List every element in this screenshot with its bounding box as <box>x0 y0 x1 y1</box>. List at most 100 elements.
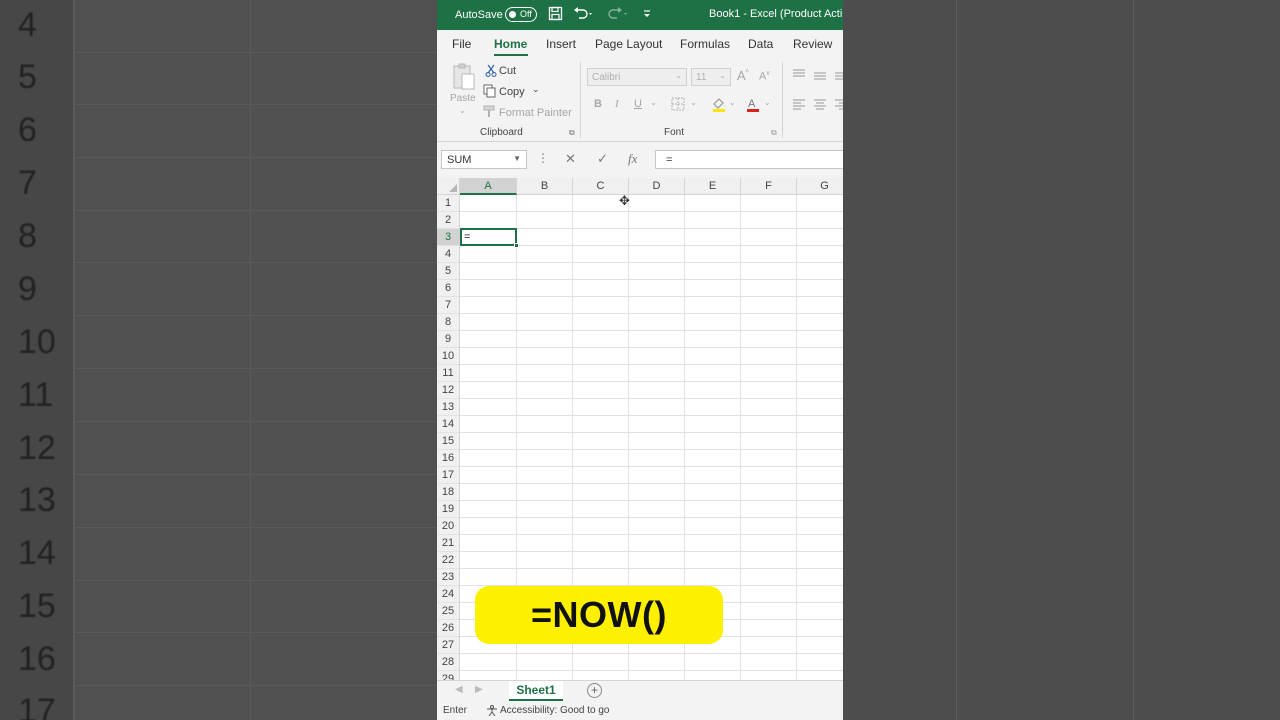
cut-icon[interactable] <box>485 64 497 80</box>
active-cell-a3[interactable]: = <box>460 228 519 248</box>
font-launcher-icon[interactable]: ⧉ <box>771 128 777 138</box>
bold-button[interactable]: B <box>594 98 602 110</box>
row-header-5[interactable]: 5 <box>437 263 460 280</box>
tab-home[interactable]: Home <box>494 37 527 51</box>
borders-dropdown-icon[interactable]: ⌄ <box>690 98 697 107</box>
insert-function-icon[interactable]: fx <box>628 151 637 167</box>
accessibility-status[interactable]: Accessibility: Good to go <box>500 705 610 716</box>
clipboard-launcher-icon[interactable]: ⧉ <box>569 128 575 138</box>
increase-font-size-icon[interactable]: A^ <box>737 68 749 83</box>
row-header-29[interactable]: 29 <box>437 671 460 680</box>
align-top-icon[interactable] <box>792 68 806 83</box>
row-header-26[interactable]: 26 <box>437 620 460 637</box>
column-header-f[interactable]: F <box>741 178 797 195</box>
row-header-22[interactable]: 22 <box>437 552 460 569</box>
name-box[interactable]: SUM ▼ <box>441 150 527 169</box>
row-header-16[interactable]: 16 <box>437 450 460 467</box>
column-header-d[interactable]: D <box>629 178 685 195</box>
row-header-17[interactable]: 17 <box>437 467 460 484</box>
background-gridline <box>74 0 75 720</box>
format-painter-button[interactable]: Format Painter <box>499 107 572 119</box>
decrease-font-size-icon[interactable]: Av <box>759 70 770 83</box>
customize-icon[interactable] <box>642 6 652 24</box>
formula-input[interactable]: = <box>655 150 843 169</box>
tab-file[interactable]: File <box>452 37 471 51</box>
row-header-11[interactable]: 11 <box>437 365 460 382</box>
align-middle-icon[interactable] <box>813 70 827 85</box>
row-header-20[interactable]: 20 <box>437 518 460 535</box>
sheet-tab-sheet1[interactable]: Sheet1 <box>509 681 563 701</box>
fill-handle[interactable] <box>514 243 519 248</box>
row-header-28[interactable]: 28 <box>437 654 460 671</box>
align-right-icon[interactable] <box>834 98 843 113</box>
tab-formulas[interactable]: Formulas <box>680 37 730 51</box>
align-center-icon[interactable] <box>813 98 827 113</box>
cut-button[interactable]: Cut <box>499 65 516 77</box>
copy-button[interactable]: Copy <box>499 86 525 98</box>
row-header-10[interactable]: 10 <box>437 348 460 365</box>
borders-icon[interactable] <box>671 97 685 114</box>
row-header-27[interactable]: 27 <box>437 637 460 654</box>
sheet-prev-icon[interactable]: ◀ <box>455 684 463 695</box>
autosave-toggle[interactable]: Off <box>505 7 537 22</box>
tab-data[interactable]: Data <box>748 37 773 51</box>
row-header-1[interactable]: 1 <box>437 195 460 212</box>
font-size-box[interactable]: 11 ⌄ <box>691 68 731 86</box>
underline-button[interactable]: U <box>634 98 642 110</box>
paste-icon[interactable] <box>451 62 477 95</box>
font-name-box[interactable]: Calibri ⌄ <box>587 68 687 86</box>
row-header-4[interactable]: 4 <box>437 246 460 263</box>
fill-color-icon[interactable] <box>711 96 727 115</box>
cancel-icon[interactable]: ✕ <box>565 151 576 167</box>
row-header-9[interactable]: 9 <box>437 331 460 348</box>
column-header-e[interactable]: E <box>685 178 741 195</box>
row-header-6[interactable]: 6 <box>437 280 460 297</box>
add-sheet-button[interactable]: + <box>587 683 602 698</box>
row-header-19[interactable]: 19 <box>437 501 460 518</box>
column-header-a[interactable]: A <box>460 178 517 195</box>
paste-button[interactable]: Paste <box>450 93 476 104</box>
group-divider <box>782 62 783 138</box>
row-header-3[interactable]: 3 <box>437 229 460 246</box>
underline-dropdown-icon[interactable]: ⌄ <box>650 98 657 107</box>
select-all-corner[interactable] <box>437 178 460 195</box>
row-header-7[interactable]: 7 <box>437 297 460 314</box>
italic-button[interactable]: I <box>615 98 619 110</box>
column-header-b[interactable]: B <box>517 178 573 195</box>
format-painter-icon[interactable] <box>483 105 496 121</box>
row-header-14[interactable]: 14 <box>437 416 460 433</box>
redo-icon[interactable] <box>607 6 629 24</box>
undo-icon[interactable] <box>573 6 595 24</box>
fill-color-dropdown-icon[interactable]: ⌄ <box>729 98 736 107</box>
tab-insert[interactable]: Insert <box>546 37 576 51</box>
sheet-next-icon[interactable]: ▶ <box>475 684 483 695</box>
more-options-icon[interactable]: ⋮ <box>537 151 549 165</box>
row-header-25[interactable]: 25 <box>437 603 460 620</box>
spreadsheet-grid[interactable]: A B C D E F G 1 2 3 4 5 6 7 8 9 10 11 12 13 14 15 16 17 1… <box>437 178 843 680</box>
copy-dropdown-icon[interactable]: ⌄ <box>532 84 540 95</box>
column-header-g[interactable]: G <box>797 178 843 195</box>
align-left-icon[interactable] <box>792 98 806 113</box>
font-color-icon[interactable]: A <box>745 96 761 115</box>
row-header-12[interactable]: 12 <box>437 382 460 399</box>
row-header-21[interactable]: 21 <box>437 535 460 552</box>
copy-icon[interactable] <box>483 84 497 101</box>
tab-review[interactable]: Review <box>793 37 832 51</box>
row-header-18[interactable]: 18 <box>437 484 460 501</box>
row-header-13[interactable]: 13 <box>437 399 460 416</box>
enter-icon[interactable]: ✓ <box>597 151 608 167</box>
gridline <box>460 415 843 416</box>
row-header-15[interactable]: 15 <box>437 433 460 450</box>
row-header-24[interactable]: 24 <box>437 586 460 603</box>
row-header-23[interactable]: 23 <box>437 569 460 586</box>
paste-dropdown-icon[interactable]: ⌄ <box>459 106 466 115</box>
align-bottom-icon[interactable] <box>834 70 843 85</box>
row-header-2[interactable]: 2 <box>437 212 460 229</box>
background-gridline <box>74 52 437 53</box>
font-color-dropdown-icon[interactable]: ⌄ <box>764 98 771 107</box>
accessibility-icon[interactable] <box>486 705 498 719</box>
tab-page-layout[interactable]: Page Layout <box>595 37 662 51</box>
save-icon[interactable] <box>548 6 563 24</box>
row-header-8[interactable]: 8 <box>437 314 460 331</box>
title-bar: AutoSave Off Book1 - Excel (Product Acti <box>437 0 843 30</box>
